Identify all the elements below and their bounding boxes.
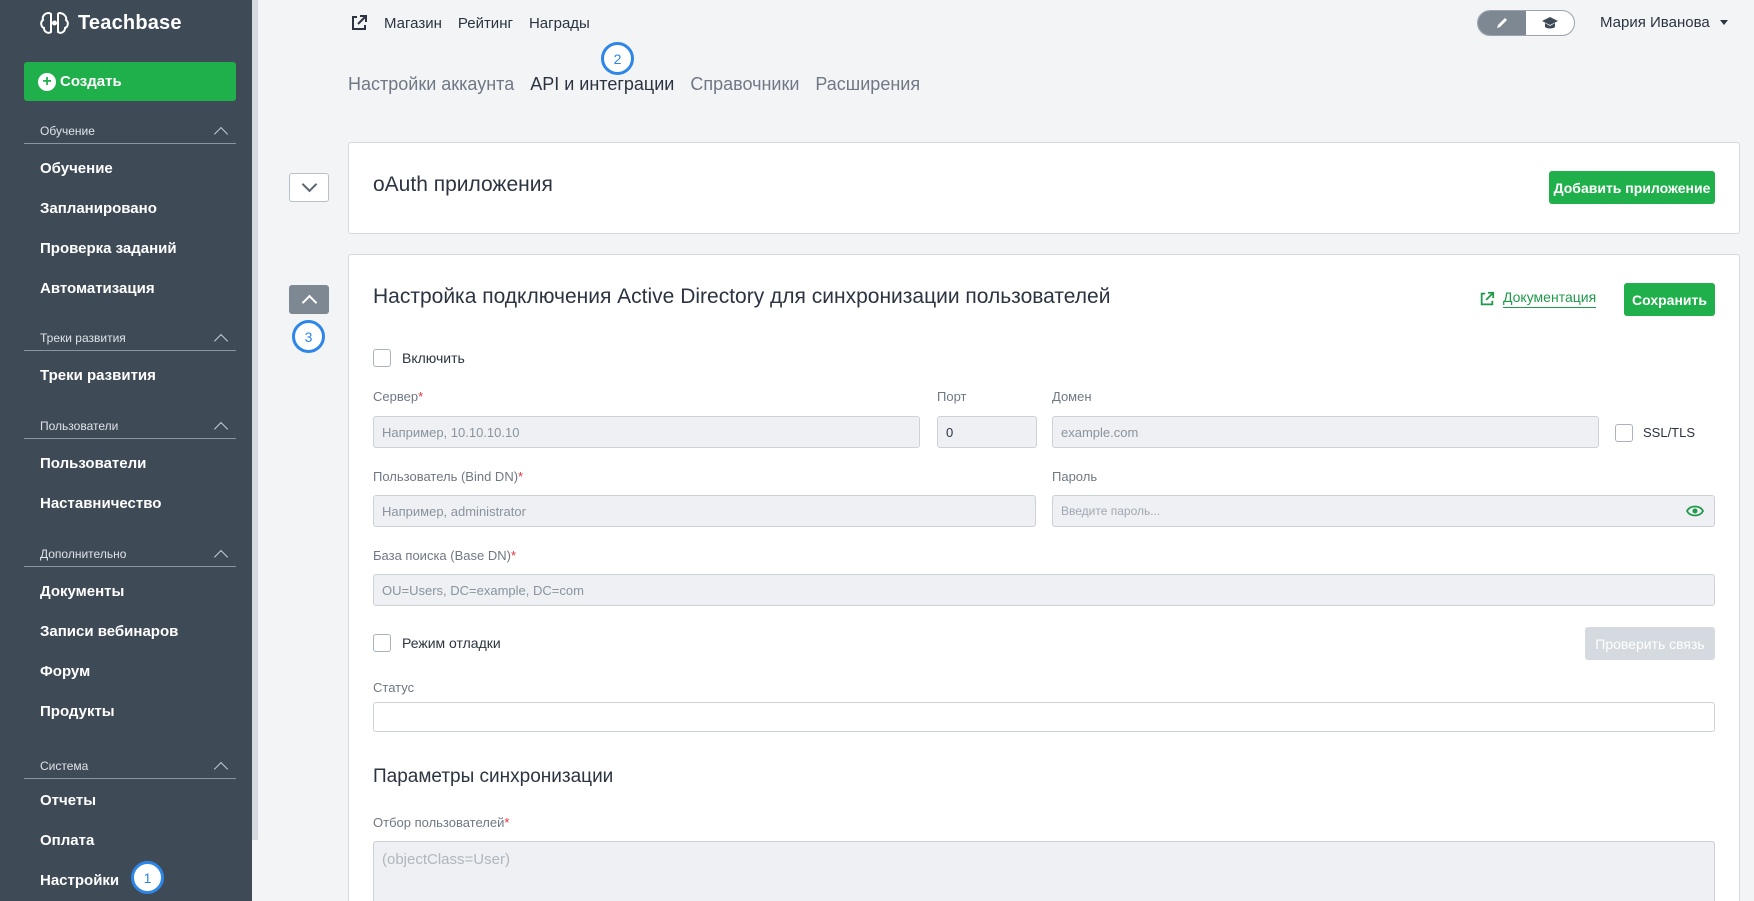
add-application-button[interactable]: Добавить приложение (1549, 171, 1715, 204)
sidebar: Teachbase + Создать Обучение Обучение За… (0, 0, 252, 901)
step-badge-3: 3 (292, 320, 325, 353)
learner-mode-button[interactable] (1526, 11, 1574, 35)
chevron-up-icon (213, 333, 229, 349)
sidebar-section-users[interactable]: Пользователи (24, 419, 236, 439)
topnav-link-rating[interactable]: Рейтинг (458, 15, 513, 32)
chevron-up-icon (213, 126, 229, 142)
sidebar-item-mentoring[interactable]: Наставничество (40, 495, 161, 512)
server-label: Сервер* (373, 389, 424, 404)
sidebar-item-users[interactable]: Пользователи (40, 455, 146, 472)
domain-input[interactable]: example.com (1052, 416, 1599, 448)
chevron-up-icon (301, 294, 317, 311)
section-title: Пользователи (40, 419, 119, 433)
collapse-ad-button[interactable] (289, 285, 329, 314)
logo-text: Teachbase (78, 11, 182, 34)
check-connection-button[interactable]: Проверить связь (1585, 627, 1715, 660)
debug-mode-checkbox[interactable] (373, 634, 391, 652)
password-input[interactable]: Введите пароль... (1052, 495, 1715, 527)
sidebar-item-scheduled[interactable]: Запланировано (40, 200, 157, 217)
debug-mode-label: Режим отладки (402, 635, 501, 651)
base-dn-input[interactable]: OU=Users, DC=example, DC=com (373, 574, 1715, 606)
sidebar-item-settings[interactable]: Настройки (40, 872, 119, 889)
tab-extensions[interactable]: Расширения (815, 74, 920, 95)
sidebar-item-documents[interactable]: Документы (40, 583, 124, 600)
ssl-tls-checkbox[interactable] (1615, 424, 1633, 442)
port-label: Порт (937, 389, 967, 404)
mode-toggle[interactable] (1477, 10, 1575, 36)
password-placeholder: Введите пароль... (1061, 504, 1161, 518)
chevron-up-icon (213, 761, 229, 777)
bind-dn-label: Пользователь (Bind DN)* (373, 469, 524, 484)
documentation-link[interactable]: Документация (1479, 289, 1597, 308)
active-directory-card: Настройка подключения Active Directory д… (348, 254, 1740, 901)
logo[interactable]: Teachbase (40, 8, 182, 38)
user-name: Мария Иванова (1600, 14, 1710, 31)
topnav-link-awards[interactable]: Награды (529, 15, 590, 32)
tab-directories[interactable]: Справочники (690, 74, 799, 95)
section-title: Треки развития (40, 331, 126, 345)
sidebar-item-tracks[interactable]: Треки развития (40, 367, 156, 384)
step-badge-2: 2 (601, 42, 634, 75)
chevron-down-icon (301, 176, 317, 193)
plus-icon: + (38, 72, 56, 91)
tab-account-settings[interactable]: Настройки аккаунта (348, 74, 514, 95)
eye-icon[interactable] (1686, 504, 1704, 518)
chevron-up-icon (213, 549, 229, 565)
port-input[interactable]: 0 (937, 416, 1037, 448)
external-link-icon (352, 15, 367, 30)
sidebar-item-task-review[interactable]: Проверка заданий (40, 240, 177, 257)
status-field (373, 702, 1715, 732)
oauth-title: oAuth приложения (373, 173, 553, 196)
sidebar-item-webinar-records[interactable]: Записи вебинаров (40, 623, 178, 640)
sidebar-item-products[interactable]: Продукты (40, 703, 115, 720)
sync-params-title: Параметры синхронизации (373, 766, 614, 787)
section-title: Дополнительно (40, 547, 127, 561)
sidebar-section-tracks[interactable]: Треки развития (24, 331, 236, 351)
topnav-link-shop[interactable]: Магазин (384, 15, 442, 32)
expand-oauth-button[interactable] (289, 173, 329, 202)
top-navigation: Магазин Рейтинг Награды (350, 14, 590, 32)
external-link-icon (1480, 291, 1495, 305)
sidebar-scrollbar[interactable] (252, 0, 258, 840)
edit-mode-button[interactable] (1478, 11, 1526, 35)
chevron-up-icon (213, 421, 229, 437)
step-badge-1: 1 (131, 861, 164, 894)
sidebar-item-forum[interactable]: Форум (40, 663, 90, 680)
sidebar-section-extra[interactable]: Дополнительно (24, 547, 236, 567)
caret-down-icon (1719, 20, 1728, 25)
user-filter-textarea[interactable]: (objectClass=User) (373, 841, 1715, 901)
sidebar-item-reports[interactable]: Отчеты (40, 792, 96, 809)
sidebar-item-learning[interactable]: Обучение (40, 160, 113, 177)
create-button[interactable]: + Создать (24, 62, 236, 101)
bind-dn-input[interactable]: Например, administrator (373, 495, 1036, 527)
sidebar-item-automation[interactable]: Автоматизация (40, 280, 155, 297)
sidebar-section-learning[interactable]: Обучение (24, 124, 236, 144)
user-menu[interactable]: Мария Иванова (1600, 14, 1728, 31)
documentation-label: Документация (1503, 289, 1597, 308)
sidebar-item-payment[interactable]: Оплата (40, 832, 94, 849)
enable-checkbox[interactable] (373, 349, 391, 367)
server-input[interactable]: Например, 10.10.10.10 (373, 416, 920, 448)
domain-label: Домен (1052, 389, 1092, 404)
sidebar-section-system[interactable]: Система (24, 759, 236, 779)
settings-tabs: Настройки аккаунта API и интеграции Спра… (348, 74, 920, 95)
create-label: Создать (60, 73, 122, 90)
enable-label: Включить (402, 350, 465, 366)
status-label: Статус (373, 680, 415, 695)
ad-title: Настройка подключения Active Directory д… (373, 285, 1111, 308)
oauth-card: oAuth приложения Добавить приложение (348, 142, 1740, 234)
user-filter-label: Отбор пользователей* (373, 815, 510, 830)
ssl-tls-label: SSL/TLS (1643, 425, 1696, 440)
section-title: Обучение (40, 124, 95, 138)
section-title: Система (40, 759, 89, 773)
password-label: Пароль (1052, 469, 1098, 484)
tab-api-integrations[interactable]: API и интеграции (530, 74, 674, 95)
graduation-cap-icon (1542, 17, 1558, 29)
brain-logo-icon (40, 11, 69, 34)
save-button[interactable]: Сохранить (1624, 283, 1715, 316)
base-dn-label: База поиска (Base DN)* (373, 548, 517, 563)
pencil-icon (1497, 18, 1507, 28)
